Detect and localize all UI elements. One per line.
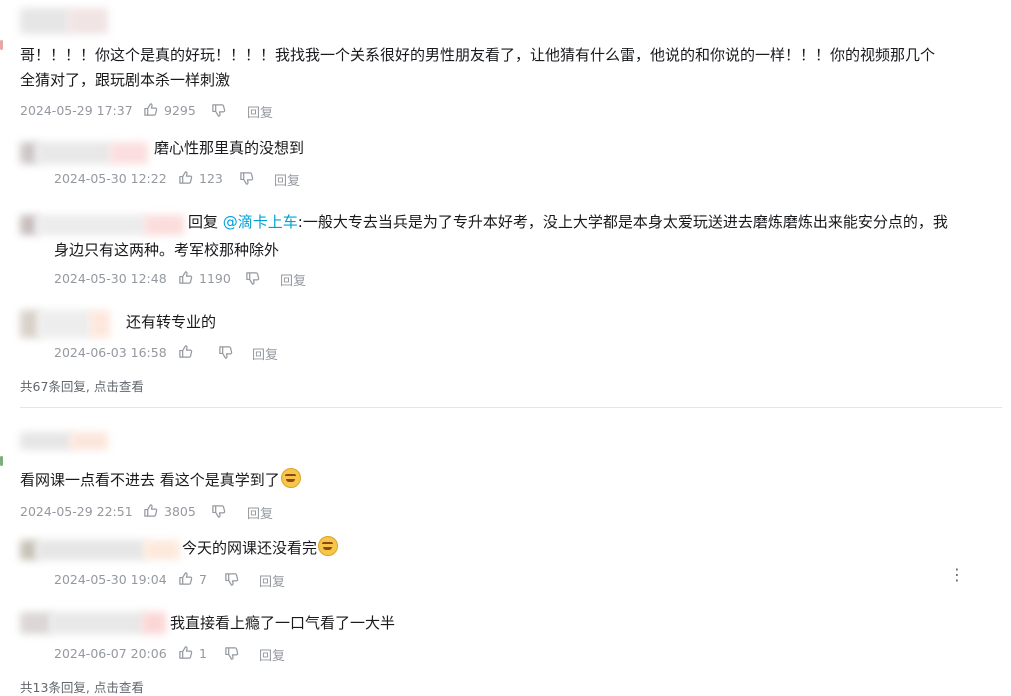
like-count: 3805 [164,504,196,519]
thumbs-up-icon[interactable] [178,571,193,586]
thread-divider [20,407,1002,408]
thumbs-up-icon[interactable] [178,170,193,185]
reply-button[interactable]: 回复 [274,170,300,189]
thumbs-up-icon[interactable] [178,344,193,359]
reply-body: :一般大专去当兵是为了专升本好考，没上大学都是本身太爱玩送进去磨炼磨炼出来能安分… [297,213,948,231]
like-count: 9295 [164,103,196,118]
comment-text: 哥！！！！你这个是真的好玩！！！！我找我一个关系很好的男性朋友看了，让他猜有什么… [20,46,936,64]
reply-date: 2024-05-30 12:48 [54,271,167,286]
thumbs-up-icon[interactable] [178,270,193,285]
reply-text: 今天的网课还没看完 [182,534,339,562]
view-more-replies-link[interactable]: 共13条回复, 点击查看 [20,677,144,696]
reply-prefix: 回复 [188,213,223,231]
view-more-replies-link[interactable]: 共67条回复, 点击查看 [20,376,144,395]
thumbs-down-icon[interactable] [211,504,226,519]
thumbs-up-icon[interactable] [143,503,158,518]
thumbs-down-icon[interactable] [224,572,239,587]
reply-date: 2024-05-30 19:04 [54,572,167,587]
reply-date: 2024-06-07 20:06 [54,646,167,661]
reply-date: 2024-06-03 16:58 [54,345,167,360]
thumbs-down-icon[interactable] [218,345,233,360]
mention-link[interactable]: @滴卡上车 [223,213,298,231]
reply-text: 我直接看上瘾了一口气看了一大半 [170,614,396,632]
laughing-emoji-icon [318,536,339,556]
like-count: 7 [199,572,207,587]
reply-text: 磨心性那里真的没想到 [154,139,305,157]
thumbs-up-icon[interactable] [143,102,158,117]
thumbs-down-icon[interactable] [224,646,239,661]
comment-date: 2024-05-29 22:51 [20,504,133,519]
reply-button[interactable]: 回复 [247,503,273,522]
reply-date: 2024-05-30 12:22 [54,171,167,186]
thumbs-down-icon[interactable] [245,271,260,286]
comment-date: 2024-05-29 17:37 [20,103,133,118]
avatar-edge [0,456,3,466]
reply-button[interactable]: 回复 [280,270,306,289]
like-count: 1190 [199,271,231,286]
avatar-edge [0,40,3,50]
reply-button[interactable]: 回复 [259,645,285,664]
comment-text: 看网课一点看不进去 看这个是真学到了 [20,466,301,494]
thumbs-down-icon[interactable] [211,103,226,118]
reply-body: 今天的网课还没看完 [182,539,318,557]
comment-body: 看网课一点看不进去 看这个是真学到了 [20,471,280,489]
reply-button[interactable]: 回复 [247,102,273,121]
reply-button[interactable]: 回复 [259,571,285,590]
like-count: 123 [199,171,223,186]
comment-text-line2: 全猜对了，跟玩剧本杀一样刺激 [20,71,231,89]
thumbs-down-icon[interactable] [239,171,254,186]
reply-text-line2: 身边只有这两种。考军校那种除外 [54,241,280,259]
reply-text: 回复 @滴卡上车:一般大专去当兵是为了专升本好考，没上大学都是本身太爱玩送进去磨… [188,208,948,236]
thumbs-up-icon[interactable] [178,645,193,660]
reply-button[interactable]: 回复 [252,344,278,363]
like-count: 1 [199,646,207,661]
more-vertical-icon[interactable]: ⋮ [949,566,965,584]
laughing-emoji-icon [280,468,301,488]
reply-text: 还有转专业的 [126,313,217,331]
